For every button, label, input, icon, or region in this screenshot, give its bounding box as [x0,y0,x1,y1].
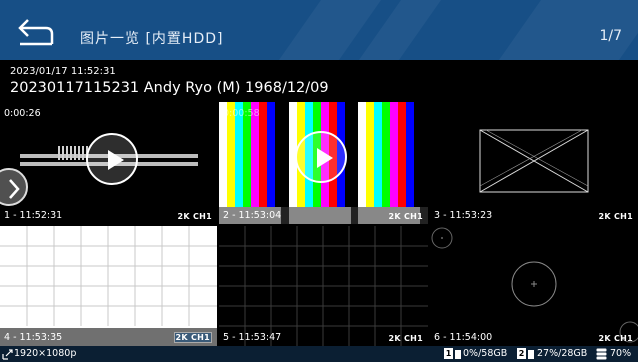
thumbnail-caption: 6 - 11:54:00 [434,332,493,343]
thumbnail-caption: 5 - 11:53:47 [223,332,282,343]
drive2-usage: 27%/28GB [537,348,588,359]
video-duration: 0:00:58 [223,108,260,119]
thumbnail-caption: 1 - 11:52:31 [4,210,63,221]
signal-icon [2,349,13,360]
drive-icon [455,350,461,359]
thumbnail-format: 2K CH1 [173,332,212,343]
thumbnail-image [479,129,589,193]
resolution-text: 1920×1080p [14,348,77,359]
thumbnail-image [219,226,428,346]
storage-icon [596,348,607,360]
thumbnail-image [0,226,217,346]
thumbnail-caption: 3 - 11:53:23 [434,210,493,221]
thumbnail-format: 2K CH1 [598,334,633,343]
video-duration: 0:00:26 [4,108,41,119]
thumbnail-6[interactable]: 6 - 11:54:00 2K CH1 [430,226,638,346]
thumbnail-caption: 2 - 11:53:04 [223,210,282,221]
chevron-left-icon [9,179,20,199]
drive-icon: 2 [517,348,526,359]
thumbnail-1[interactable]: 0:00:26 1 - 11:52:31 2K CH1 [0,102,217,224]
title-bar: 图片一览 [内置HDD] 1/7 [0,0,638,60]
page-title: 图片一览 [内置HDD] [80,31,224,47]
thumbnail-format: 2K CH1 [598,212,633,221]
play-icon[interactable] [86,133,138,185]
file-name: 20230117115231 Andy Ryo (M) 1968/12/09 [10,80,329,96]
back-icon [18,19,54,46]
storage-usage: 70% [610,348,632,359]
thumbnail-format: 2K CH1 [177,212,212,221]
play-icon[interactable] [295,131,347,183]
thumbnail-caption: 4 - 11:53:35 [4,332,63,343]
thumbnail-4[interactable]: 4 - 11:53:35 2K CH1 [0,226,217,346]
status-bar: 1920×1080p 1 0%/58GB 2 27%/28GB 70% [0,346,638,362]
drive1-usage: 0%/58GB [463,348,508,359]
drive-icon [528,350,534,359]
drive-icon: 1 [444,348,453,359]
file-info: 2023/01/17 11:52:31 20230117115231 Andy … [0,60,638,102]
thumbnail-2[interactable]: 0:00:58 2 - 11:53:04 2K CH1 [219,102,428,224]
back-button[interactable] [12,14,56,48]
thumbnail-5[interactable]: 5 - 11:53:47 2K CH1 [219,226,428,346]
thumbnail-grid: 0:00:26 1 - 11:52:31 2K CH1 0:00:58 2 - … [0,102,638,346]
file-datetime: 2023/01/17 11:52:31 [10,66,116,77]
page-indicator: 1/7 [599,28,622,44]
thumbnail-format: 2K CH1 [388,212,423,221]
thumbnail-image [431,227,638,343]
thumbnail-format: 2K CH1 [388,334,423,343]
thumbnail-3[interactable]: 3 - 11:53:23 2K CH1 [430,102,638,224]
